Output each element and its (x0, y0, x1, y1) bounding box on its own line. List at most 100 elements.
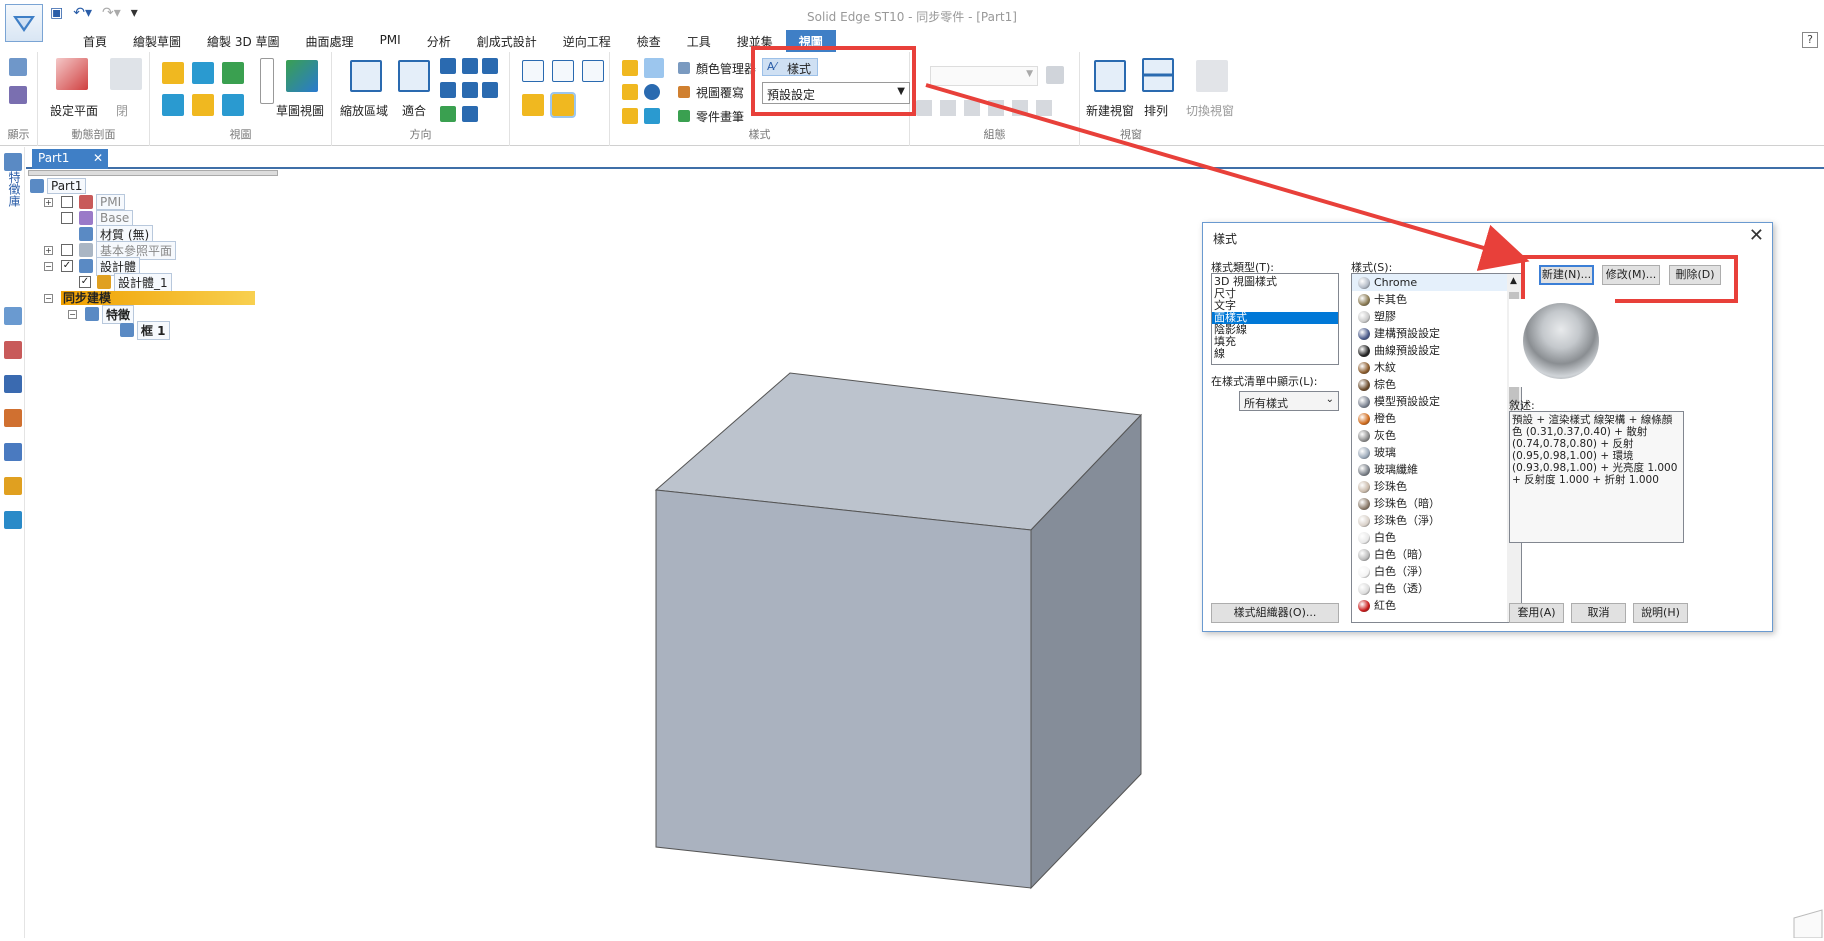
new-window-label[interactable]: 新建視窗 (1086, 102, 1134, 119)
wireframe-icon[interactable] (522, 60, 544, 82)
layers-icon[interactable] (4, 307, 22, 325)
style-list-item[interactable]: 曲線預設設定 (1352, 342, 1508, 359)
tab-surfacing[interactable]: 曲面處理 (293, 30, 367, 52)
help-button[interactable]: ? (1802, 32, 1818, 48)
style-list-item[interactable]: 珍珠色 (1352, 478, 1508, 495)
part-painter-label[interactable]: 零件畫筆 (696, 108, 744, 125)
style-list-item[interactable]: 白色（淨） (1352, 563, 1508, 580)
style-icon-5[interactable] (622, 108, 638, 124)
arrange-label[interactable]: 排列 (1144, 102, 1168, 119)
view-gallery-scroll[interactable] (260, 58, 274, 104)
tab-pmi[interactable]: PMI (367, 30, 414, 52)
tab-reverse[interactable]: 逆向工程 (550, 30, 624, 52)
display-icon[interactable] (9, 58, 27, 76)
list-show-dropdown[interactable]: 所有樣式 ⌄ (1239, 391, 1339, 411)
style-icon-3[interactable] (622, 84, 638, 100)
cancel-button[interactable]: 取消 (1571, 603, 1626, 623)
scroll-up-icon[interactable]: ▲ (1510, 276, 1517, 286)
style-list-item[interactable]: 玻璃纖維 (1352, 461, 1508, 478)
style-list-item[interactable]: 橙色 (1352, 410, 1508, 427)
style-icon-2[interactable] (644, 58, 664, 78)
style-list-item[interactable]: 白色（透） (1352, 580, 1508, 597)
key-icon[interactable] (4, 477, 22, 495)
style-icon-4[interactable] (644, 84, 660, 100)
style-list-item[interactable]: 珍珠色（淨） (1352, 512, 1508, 529)
dialog-help-button[interactable]: 說明(H) (1633, 603, 1688, 623)
styles-list[interactable]: Chrome 卡其色 塑膠 建構預設設定 曲線預設設定 木紋 棕色 模型預設設定 橙色 灰色 玻璃玻… (1351, 273, 1522, 623)
orbit-icon[interactable] (482, 82, 498, 98)
shaded-edges-icon[interactable] (550, 92, 576, 118)
config-dropdown[interactable]: ▼ (930, 66, 1038, 86)
arrange-icon[interactable] (1142, 58, 1174, 92)
sensors-icon[interactable] (4, 341, 22, 359)
colors-icon[interactable] (4, 409, 22, 427)
style-list-item[interactable]: 建構預設設定 (1352, 325, 1508, 342)
zoom-area-label[interactable]: 縮放區域 (340, 102, 388, 119)
document-tab[interactable]: Part1 ✕ (32, 149, 108, 169)
view-overlay-label[interactable]: 視圖覆寫 (696, 84, 744, 101)
list-item[interactable]: 線 (1212, 348, 1338, 360)
tab-tools[interactable]: 工具 (674, 30, 724, 52)
style-list-item[interactable]: 白色 (1352, 529, 1508, 546)
spin-icon[interactable] (462, 82, 478, 98)
sketch-view-label[interactable]: 草圖視圖 (276, 102, 324, 119)
color-manager-label[interactable]: 顏色管理器 (696, 60, 756, 77)
style-list-item[interactable]: 卡其色 (1352, 291, 1508, 308)
tab-check[interactable]: 檢查 (624, 30, 674, 52)
view-icon-4[interactable] (162, 94, 184, 116)
display-mode-icon[interactable] (9, 86, 27, 104)
rotate-icon[interactable] (440, 82, 456, 98)
set-plane-icon[interactable] (56, 58, 88, 90)
style-list-item[interactable]: 模型預設設定 (1352, 393, 1508, 410)
zoom-area-icon[interactable] (350, 60, 382, 92)
new-window-icon[interactable] (1094, 60, 1126, 92)
tab-generative[interactable]: 創成式設計 (464, 30, 550, 52)
view-icon-6[interactable] (222, 94, 244, 116)
view-icon-2[interactable] (192, 62, 214, 84)
family-icon[interactable] (4, 511, 22, 529)
tab-sketch[interactable]: 繪製草圖 (120, 30, 194, 52)
fit-label[interactable]: 適合 (402, 102, 426, 119)
tab-3d-sketch[interactable]: 繪製 3D 草圖 (194, 30, 293, 52)
config-icon[interactable] (1046, 66, 1064, 84)
close-section-icon[interactable] (110, 58, 142, 90)
hidden-edges-icon[interactable] (582, 60, 604, 82)
style-list-item[interactable]: 珍珠色（暗） (1352, 495, 1508, 512)
style-list-item[interactable]: 玻璃 (1352, 444, 1508, 461)
shaded-icon[interactable] (522, 94, 544, 116)
close-label[interactable]: 閉 (116, 102, 128, 119)
style-list-item[interactable]: 白色（暗） (1352, 546, 1508, 563)
switch-window-label[interactable]: 切換視窗 (1186, 102, 1234, 119)
switch-window-icon[interactable] (1196, 60, 1228, 92)
style-list-item[interactable]: Chrome (1352, 274, 1508, 291)
style-list-item[interactable]: 木紋 (1352, 359, 1508, 376)
style-list-item[interactable]: 灰色 (1352, 427, 1508, 444)
view-icon-5[interactable] (192, 94, 214, 116)
close-icon[interactable]: ✕ (1749, 225, 1764, 246)
style-list-item[interactable]: 棕色 (1352, 376, 1508, 393)
pathfinder-label[interactable]: 特徵庫 (6, 171, 21, 207)
style-type-list[interactable]: 3D 視圖樣式 尺寸 文字 面樣式 陰影線 填充 線 (1211, 273, 1339, 365)
tab-inspect[interactable]: 分析 (414, 30, 464, 52)
window-icon[interactable] (482, 58, 498, 74)
look-at-icon[interactable] (440, 106, 456, 122)
config-tools-icon[interactable] (916, 100, 1060, 116)
sketch-view-icon[interactable] (286, 60, 318, 92)
view-orient-icon[interactable] (462, 106, 478, 122)
set-plane-label[interactable]: 設定平面 (50, 102, 98, 119)
list-item[interactable]: 填充 (1212, 336, 1338, 348)
close-icon[interactable]: ✕ (93, 151, 103, 165)
fit-icon[interactable] (398, 60, 430, 92)
style-list-item[interactable]: 塑膠 (1352, 308, 1508, 325)
zoom-icon[interactable] (440, 58, 456, 74)
pathfinder-icon[interactable] (4, 153, 22, 171)
view-icon-3[interactable] (222, 62, 244, 84)
views-icon[interactable] (4, 375, 22, 393)
app-menu-button[interactable] (5, 4, 43, 42)
style-icon-1[interactable] (622, 60, 638, 76)
style-list-item[interactable]: 紅色 (1352, 597, 1508, 614)
pan-icon[interactable] (462, 58, 478, 74)
tab-home[interactable]: 首頁 (70, 30, 120, 52)
style-organizer-button[interactable]: 樣式組織器(O)... (1211, 603, 1339, 623)
view-icon-1[interactable] (162, 62, 184, 84)
